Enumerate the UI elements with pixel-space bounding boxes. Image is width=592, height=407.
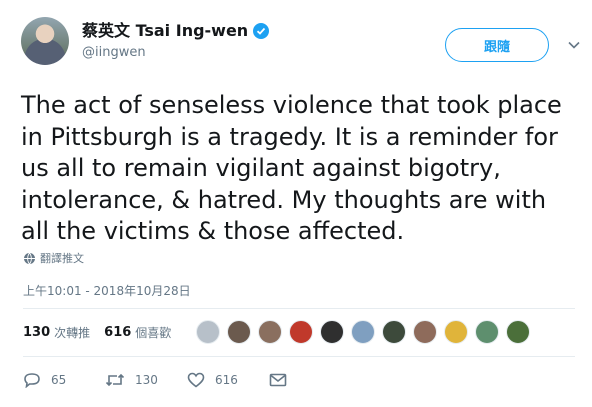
- retweet-stat[interactable]: 130 次轉推: [23, 324, 90, 341]
- reply-count: 65: [51, 373, 67, 387]
- direct-message-action[interactable]: [269, 373, 297, 387]
- translate-label[interactable]: 翻譯推文: [40, 250, 84, 266]
- liker-avatar[interactable]: [258, 320, 282, 344]
- liker-avatar[interactable]: [444, 320, 468, 344]
- liker-avatar[interactable]: [320, 320, 344, 344]
- translate-tweet-link[interactable]: 翻譯推文: [23, 250, 84, 266]
- liker-avatar[interactable]: [475, 320, 499, 344]
- mail-icon: [269, 373, 287, 387]
- author-name-row[interactable]: 蔡英文 Tsai Ing-wen: [82, 21, 270, 41]
- avatar[interactable]: [21, 17, 69, 65]
- reply-action[interactable]: 65: [23, 372, 105, 388]
- divider: [23, 308, 575, 309]
- like-stat-count: 616: [104, 325, 132, 340]
- liker-avatar[interactable]: [351, 320, 375, 344]
- divider: [23, 356, 575, 357]
- stats-row: 130 次轉推 616 個喜歡: [23, 324, 185, 341]
- retweet-action[interactable]: 130: [105, 372, 187, 388]
- like-action[interactable]: 616: [187, 372, 269, 388]
- heart-icon: [187, 372, 205, 388]
- liker-avatars: [196, 320, 537, 344]
- like-count: 616: [215, 373, 238, 387]
- liker-avatar[interactable]: [382, 320, 406, 344]
- author-display-name[interactable]: 蔡英文 Tsai Ing-wen: [82, 21, 248, 41]
- follow-button[interactable]: 跟隨: [445, 28, 549, 62]
- author-block: 蔡英文 Tsai Ing-wen @iingwen: [82, 21, 270, 60]
- retweet-stat-label: 次轉推: [54, 326, 91, 340]
- tweet-timestamp[interactable]: 上午10:01 - 2018年10月28日: [23, 282, 191, 299]
- like-stat[interactable]: 616 個喜歡: [104, 324, 171, 341]
- liker-avatar[interactable]: [196, 320, 220, 344]
- tweet-text: The act of senseless violence that took …: [21, 91, 562, 245]
- liker-avatar[interactable]: [289, 320, 313, 344]
- retweet-count: 130: [135, 373, 158, 387]
- retweet-icon: [105, 373, 125, 387]
- retweet-stat-count: 130: [23, 325, 51, 340]
- liker-avatar[interactable]: [227, 320, 251, 344]
- verified-badge-icon: [253, 23, 270, 39]
- liker-avatar[interactable]: [506, 320, 530, 344]
- tweet-actions: 65 130 616: [23, 372, 297, 388]
- reply-icon: [24, 373, 40, 388]
- author-handle[interactable]: @iingwen: [82, 45, 269, 60]
- chevron-down-icon[interactable]: [567, 38, 581, 52]
- globe-icon: [24, 252, 35, 264]
- liker-avatar[interactable]: [413, 320, 437, 344]
- like-stat-label: 個喜歡: [135, 326, 172, 340]
